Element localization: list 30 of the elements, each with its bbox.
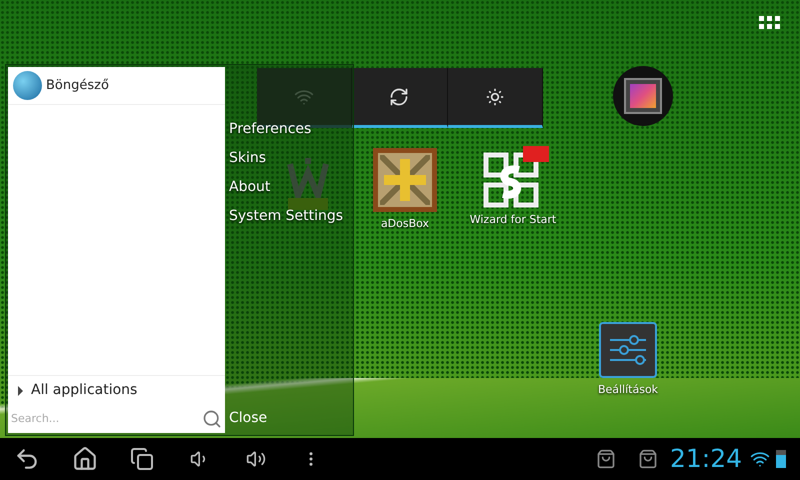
ad-badge xyxy=(523,146,549,162)
menu-option[interactable]: Preferences xyxy=(229,115,351,144)
search-field[interactable]: Search... xyxy=(11,410,202,428)
volume-up-icon[interactable] xyxy=(246,449,266,469)
toggle-button[interactable] xyxy=(448,68,543,128)
brightness-icon xyxy=(484,86,505,106)
app-label[interactable]: Wizard for Start xyxy=(470,212,556,228)
toggle-button[interactable] xyxy=(352,68,448,128)
home-icon[interactable] xyxy=(72,446,98,472)
search-icon[interactable] xyxy=(202,409,222,429)
app-list-item[interactable]: Böngésző xyxy=(8,67,225,105)
battery-icon xyxy=(776,450,786,468)
shopping-bag-icon xyxy=(638,449,658,469)
clock: 21:24 xyxy=(670,443,742,476)
dosbox-icon xyxy=(373,148,437,212)
menu-option[interactable]: About xyxy=(229,173,351,202)
sync-icon xyxy=(389,86,410,106)
globe-icon xyxy=(13,71,42,100)
shopping-bag-icon xyxy=(596,449,616,469)
grid-logo-icon xyxy=(483,152,539,208)
close-option[interactable]: Close xyxy=(229,408,351,429)
gallery-icon xyxy=(613,66,673,126)
menu-option[interactable]: Skins xyxy=(229,144,351,173)
recent-apps-icon[interactable] xyxy=(130,447,154,471)
all-applications-item[interactable]: All applications xyxy=(8,375,225,405)
settings-icon xyxy=(599,322,657,378)
menu-option[interactable]: System Settings xyxy=(229,202,351,231)
app-drawer-icon[interactable] xyxy=(759,16,780,29)
expand-arrow-icon xyxy=(18,386,23,396)
app-label[interactable]: aDosBox xyxy=(380,216,430,232)
